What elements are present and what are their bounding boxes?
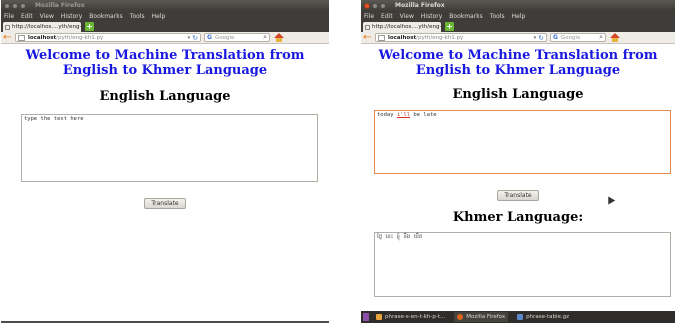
english-text-input[interactable]: today i'll be late (374, 110, 671, 174)
navigation-bar: ← localhost/pyth/eng-kh1.py ▾ ↻ G Google… (1, 32, 329, 44)
welcome-line-2: English to Khmer Language (415, 63, 621, 78)
close-window-button[interactable] (364, 2, 370, 9)
menu-file[interactable]: File (364, 13, 374, 20)
new-tab-plus-icon[interactable]: + (85, 22, 94, 31)
url-bar[interactable]: localhost/pyth/eng-kh1.py ▾ ↻ (375, 33, 547, 42)
url-dropdown-chevron-down-icon[interactable]: ▾ (188, 35, 191, 41)
english-heading: English Language (99, 89, 231, 104)
menu-file[interactable]: File (4, 13, 14, 20)
page-content: Welcome to Machine Translation from Engl… (1, 44, 329, 209)
menu-bookmarks[interactable]: Bookmarks (89, 13, 123, 20)
browser-tab[interactable]: http://localhos....yth/eng-kh1.py (363, 22, 441, 32)
navigation-bar: ← localhost/pyth/eng-kh1.py ▾ ↻ G Google… (361, 32, 675, 44)
taskbar-item-label: phrase-s-en-t-kh-p-t... (385, 314, 446, 320)
back-arrow-icon[interactable]: ← (3, 32, 13, 43)
misspelled-word: i'll (396, 112, 411, 118)
archive-icon (517, 314, 524, 320)
page-favicon-icon (5, 24, 10, 30)
page-title: Welcome to Machine Translation from Engl… (1, 44, 329, 78)
translate-button[interactable]: Translate (497, 190, 539, 201)
input-text-after: be late (410, 112, 437, 118)
tab-label: http://localhos....yth/eng-kh1.py (12, 24, 81, 30)
site-identity-icon[interactable] (18, 34, 25, 41)
menu-tools[interactable]: Tools (490, 13, 505, 20)
menu-help[interactable]: Help (152, 13, 166, 20)
menu-history[interactable]: History (61, 13, 82, 20)
tab-label: http://localhos....yth/eng-kh1.py (372, 24, 441, 30)
khmer-output-area[interactable]: ថ្ងៃ នេះ ខ្ញុំ នឹង យឺត (374, 232, 671, 297)
url-host: localhost (388, 34, 417, 41)
reload-icon[interactable]: ↻ (192, 34, 198, 42)
menu-view[interactable]: View (400, 13, 414, 20)
menu-edit[interactable]: Edit (381, 13, 393, 20)
welcome-line-2: English to Khmer Language (62, 63, 268, 78)
google-engine-icon[interactable]: G (207, 34, 212, 41)
back-arrow-icon[interactable]: ← (363, 32, 373, 43)
menu-bar: File Edit View History Bookmarks Tools H… (361, 11, 675, 21)
menu-bookmarks[interactable]: Bookmarks (449, 13, 483, 20)
welcome-line-1: Welcome to Machine Translation from (378, 48, 658, 63)
page-content: Welcome to Machine Translation from Engl… (361, 44, 675, 297)
search-icon[interactable]: ⌕ (599, 33, 603, 42)
site-identity-icon[interactable] (378, 34, 385, 41)
url-host: localhost (28, 34, 57, 41)
window-title: Mozilla Firefox (35, 2, 85, 9)
page-title: Welcome to Machine Translation from Engl… (361, 44, 675, 78)
folder-icon (376, 314, 382, 320)
input-placeholder-text: type the text here (24, 116, 84, 122)
google-engine-icon[interactable]: G (553, 34, 558, 41)
search-placeholder: Google (560, 34, 581, 41)
minimize-window-button[interactable] (372, 2, 378, 9)
translate-button[interactable]: Translate (144, 198, 186, 209)
english-text-input[interactable]: type the text here (21, 114, 318, 182)
tab-bar: http://localhos....yth/eng-kh1.py + (1, 21, 329, 32)
taskbar-item-label: phrase-table.gz (526, 314, 570, 320)
menu-history[interactable]: History (421, 13, 442, 20)
khmer-output-text: ថ្ងៃ នេះ ខ្ញុំ នឹង យឺត (377, 234, 423, 240)
taskbar-item-archive[interactable]: phrase-table.gz (514, 312, 572, 322)
page-favicon-icon (365, 24, 370, 30)
url-path: /pyth/eng-kh1.py (56, 34, 104, 41)
minimize-window-button[interactable] (12, 2, 18, 9)
input-text-before: today (377, 112, 397, 118)
khmer-heading: Khmer Language: (452, 210, 584, 225)
menu-bar: File Edit View History Bookmarks Tools H… (1, 11, 329, 21)
home-icon[interactable] (610, 32, 620, 43)
taskbar-item-terminal[interactable]: phrase-s-en-t-kh-p-t... (373, 312, 448, 322)
browser-tab[interactable]: http://localhos....yth/eng-kh1.py (3, 22, 81, 32)
menu-tools[interactable]: Tools (130, 13, 145, 20)
firefox-icon (457, 314, 464, 320)
new-tab-plus-icon[interactable]: + (445, 22, 454, 31)
window-titlebar: Mozilla Firefox (361, 0, 675, 11)
english-heading: English Language (452, 87, 584, 102)
menu-view[interactable]: View (40, 13, 54, 20)
menu-edit[interactable]: Edit (21, 13, 33, 20)
menu-help[interactable]: Help (512, 13, 526, 20)
taskbar-item-label: Mozilla Firefox (466, 314, 506, 320)
home-icon[interactable] (274, 32, 284, 43)
url-dropdown-chevron-down-icon[interactable]: ▾ (534, 35, 537, 41)
welcome-line-1: Welcome to Machine Translation from (25, 48, 305, 63)
window-title: Mozilla Firefox (395, 2, 445, 9)
left-browser-screenshot: Mozilla Firefox File Edit View History B… (1, 0, 329, 323)
reload-icon[interactable]: ↻ (538, 34, 544, 42)
search-box[interactable]: G Google ⌕ (550, 33, 606, 42)
search-placeholder: Google (214, 34, 235, 41)
maximize-window-button[interactable] (20, 2, 26, 9)
taskbar-item-firefox[interactable]: Mozilla Firefox (454, 312, 509, 322)
tab-bar: http://localhos....yth/eng-kh1.py + (361, 21, 675, 32)
taskbar: phrase-s-en-t-kh-p-t... Mozilla Firefox … (361, 311, 675, 323)
right-browser-screenshot: Mozilla Firefox File Edit View History B… (361, 0, 675, 323)
workspace-switcher-icon[interactable] (363, 313, 369, 321)
url-path: /pyth/eng-kh1.py (416, 34, 464, 41)
search-icon[interactable]: ⌕ (263, 33, 267, 42)
maximize-window-button[interactable] (380, 2, 386, 9)
search-box[interactable]: G Google ⌕ (204, 33, 270, 42)
url-bar[interactable]: localhost/pyth/eng-kh1.py ▾ ↻ (15, 33, 201, 42)
window-titlebar: Mozilla Firefox (1, 0, 329, 11)
close-window-button[interactable] (4, 2, 10, 9)
